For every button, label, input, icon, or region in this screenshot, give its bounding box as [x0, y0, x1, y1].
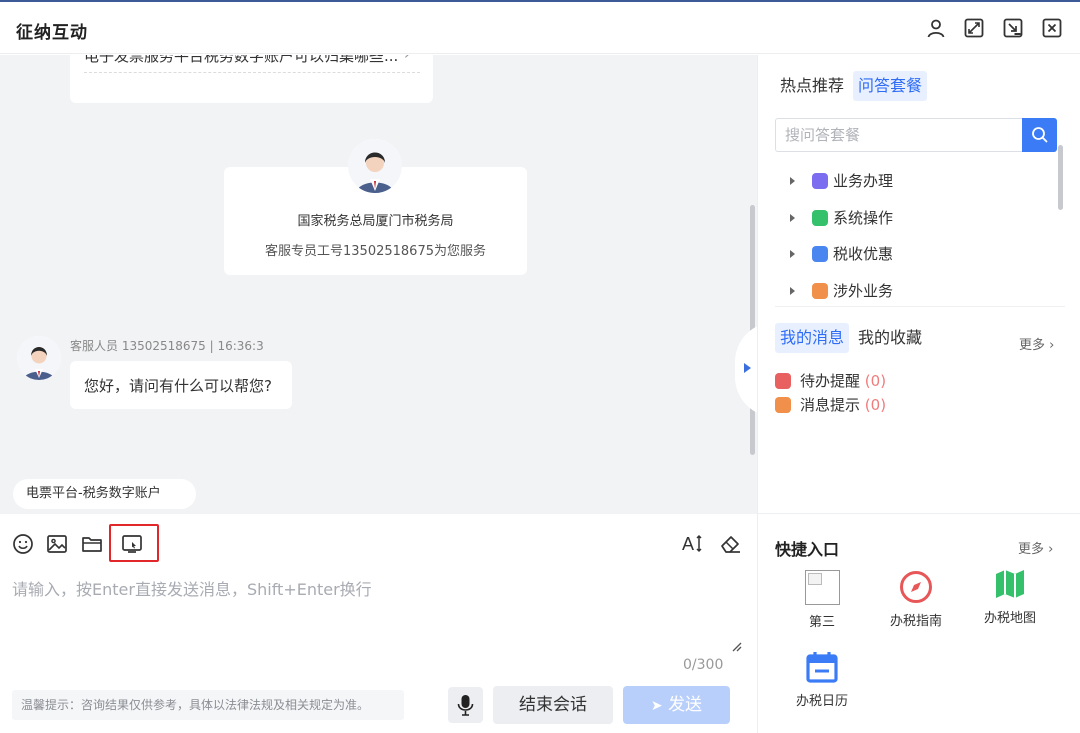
quick-tag-chip[interactable]: 电票平台-税务数字账户 — [13, 479, 196, 509]
disclaimer-tip: 温馨提示：咨询结果仅供参考，具体以法律法规及相关规定为准。 — [12, 690, 404, 720]
section-divider — [758, 513, 1080, 514]
voice-input-button[interactable] — [448, 687, 483, 723]
char-counter: 0/300 — [683, 657, 724, 673]
quick-entry-tax-calendar[interactable]: 办税日历 — [777, 650, 867, 709]
resize-grip-icon[interactable] — [730, 637, 742, 652]
user-icon[interactable] — [926, 18, 946, 38]
emoji-icon[interactable] — [11, 532, 35, 556]
caret-right-icon — [790, 250, 795, 258]
search-button[interactable] — [1022, 118, 1057, 152]
broken-image-icon — [804, 570, 840, 605]
chevron-right-icon[interactable]: › — [404, 55, 410, 63]
quick-entry-label: 办税日历 — [795, 694, 848, 709]
app-title: 征纳互动 — [16, 23, 88, 43]
message-notice-count: (0) — [864, 396, 887, 414]
chat-area[interactable]: 电子发票服务平台税务数字账户可以归集哪些... › 国家税务总局厦门市税务局 客… — [0, 55, 757, 514]
title-bar: 征纳互动 — [0, 2, 1080, 54]
bulb-icon — [775, 397, 791, 413]
caret-right-icon — [790, 177, 795, 185]
font-size-icon[interactable]: A — [680, 532, 704, 556]
send-button[interactable]: ➤ 发送 — [623, 686, 730, 724]
composer: A 请输入，按Enter直接发送消息，Shift+Enter换行 0/300 温… — [0, 514, 757, 733]
quick-entry-more-link[interactable]: 更多 › — [1018, 538, 1053, 557]
tab-hot-recommend[interactable]: 热点推荐 — [775, 71, 849, 101]
tab-qa-package[interactable]: 问答套餐 — [853, 71, 928, 101]
staff-avatar — [17, 336, 61, 380]
category-label: 业务办理 — [833, 172, 894, 190]
faq-item-link[interactable]: 电子发票服务平台税务数字账户可以归集哪些... — [84, 55, 398, 66]
calendar-icon — [806, 652, 838, 683]
image-icon[interactable] — [45, 532, 69, 556]
message-text: 您好，请问有什么可以帮您? — [84, 377, 272, 395]
end-session-button[interactable]: 结束会话 — [493, 686, 613, 724]
qa-search-input[interactable]: 搜问答套餐 — [775, 118, 1022, 152]
caret-right-icon — [790, 287, 795, 295]
screenshot-tool-highlight — [109, 524, 159, 562]
quick-entry-third[interactable]: 第三 — [777, 570, 867, 630]
faq-card: 电子发票服务平台税务数字账户可以归集哪些... › — [70, 55, 433, 103]
quick-entry-label: 第三 — [808, 615, 835, 630]
message-input[interactable]: 请输入，按Enter直接发送消息，Shift+Enter换行 — [12, 576, 372, 600]
message-meta: 客服人员 13502518675 | 16:36:3 — [70, 339, 264, 353]
caret-right-icon — [744, 363, 751, 373]
folder-icon[interactable] — [80, 532, 104, 556]
category-label: 税收优惠 — [833, 245, 894, 263]
section-divider — [775, 306, 1065, 307]
compass-icon — [900, 571, 932, 603]
layers-icon — [812, 173, 828, 189]
layers-icon — [812, 210, 828, 226]
tab-my-messages[interactable]: 我的消息 — [775, 323, 850, 353]
quick-entry-label: 办税指南 — [889, 614, 942, 629]
caret-right-icon — [790, 214, 795, 222]
qa-scrollbar[interactable] — [1058, 145, 1063, 210]
message-bubble: 您好，请问有什么可以帮您? — [70, 361, 292, 409]
category-label: 涉外业务 — [833, 282, 894, 300]
search-icon — [1032, 127, 1048, 143]
more-label: 更多 — [1019, 338, 1046, 353]
quick-entry-tax-guide[interactable]: 办税指南 — [871, 570, 961, 629]
messages-more-link[interactable]: 更多 › — [1019, 334, 1054, 353]
microphone-icon — [457, 695, 474, 716]
todo-reminder-count: (0) — [864, 372, 887, 390]
tab-my-favorites[interactable]: 我的收藏 — [853, 323, 927, 353]
message-notice-label: 消息提示 — [800, 396, 861, 414]
layers-icon — [812, 283, 828, 299]
minimize-to-corner-icon[interactable] — [1003, 18, 1023, 38]
send-button-label: 发送 — [668, 695, 703, 715]
agent-avatar — [348, 139, 402, 193]
quick-entry-tax-map[interactable]: 办税地图 — [965, 567, 1055, 626]
close-icon[interactable] — [1042, 18, 1062, 38]
expand-icon[interactable] — [964, 18, 984, 38]
eraser-icon[interactable] — [718, 532, 742, 556]
layers-icon — [812, 246, 828, 262]
todo-reminder-label: 待办提醒 — [800, 372, 861, 390]
font-size-icon-letter: A — [682, 534, 694, 554]
send-arrow-icon: ➤ — [650, 698, 663, 714]
quick-entry-title: 快捷入口 — [775, 540, 840, 559]
faq-divider — [84, 72, 420, 73]
clock-icon — [775, 373, 791, 389]
agent-org-name: 国家税务总局厦门市税务局 — [297, 214, 454, 229]
map-icon — [996, 570, 1024, 598]
agent-description: 客服专员工号13502518675为您服务 — [265, 244, 486, 259]
category-label: 系统操作 — [833, 209, 894, 227]
right-panel: 热点推荐 问答套餐 搜问答套餐 业务办理 系统操作 税收优惠 涉外业务 我的消息… — [757, 55, 1080, 733]
more-label: 更多 — [1018, 542, 1045, 557]
quick-entry-label: 办税地图 — [983, 611, 1036, 626]
